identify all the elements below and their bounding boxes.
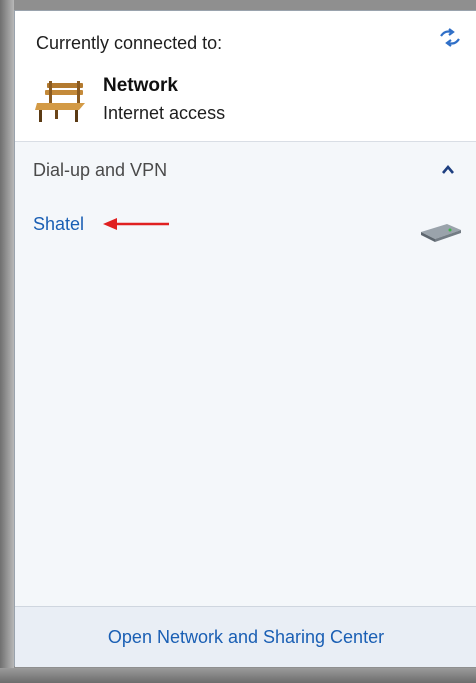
current-connection-section: Currently connected to: Network Internet… bbox=[15, 11, 476, 142]
vpn-connection-item[interactable]: Shatel bbox=[15, 202, 476, 248]
network-name: Network bbox=[103, 75, 178, 96]
red-arrow-icon bbox=[103, 218, 169, 230]
connection-list: Dial-up and VPN Shatel bbox=[15, 142, 476, 606]
refresh-icon[interactable] bbox=[437, 27, 463, 49]
flyout-footer: Open Network and Sharing Center bbox=[15, 606, 476, 667]
current-connection-title: Currently connected to: bbox=[36, 33, 223, 53]
vpn-connection-label: Shatel bbox=[33, 214, 85, 234]
network-flyout: Currently connected to: Network Internet… bbox=[14, 10, 476, 667]
window-frame-left bbox=[0, 0, 14, 683]
modem-icon bbox=[421, 224, 461, 242]
bench-icon bbox=[35, 81, 85, 122]
open-network-sharing-center-link[interactable]: Open Network and Sharing Center bbox=[15, 627, 476, 648]
chevron-up-icon[interactable] bbox=[440, 163, 456, 177]
dialup-vpn-header: Dial-up and VPN bbox=[33, 160, 168, 180]
network-status: Internet access bbox=[103, 103, 226, 123]
window-frame-bottom bbox=[0, 668, 476, 683]
